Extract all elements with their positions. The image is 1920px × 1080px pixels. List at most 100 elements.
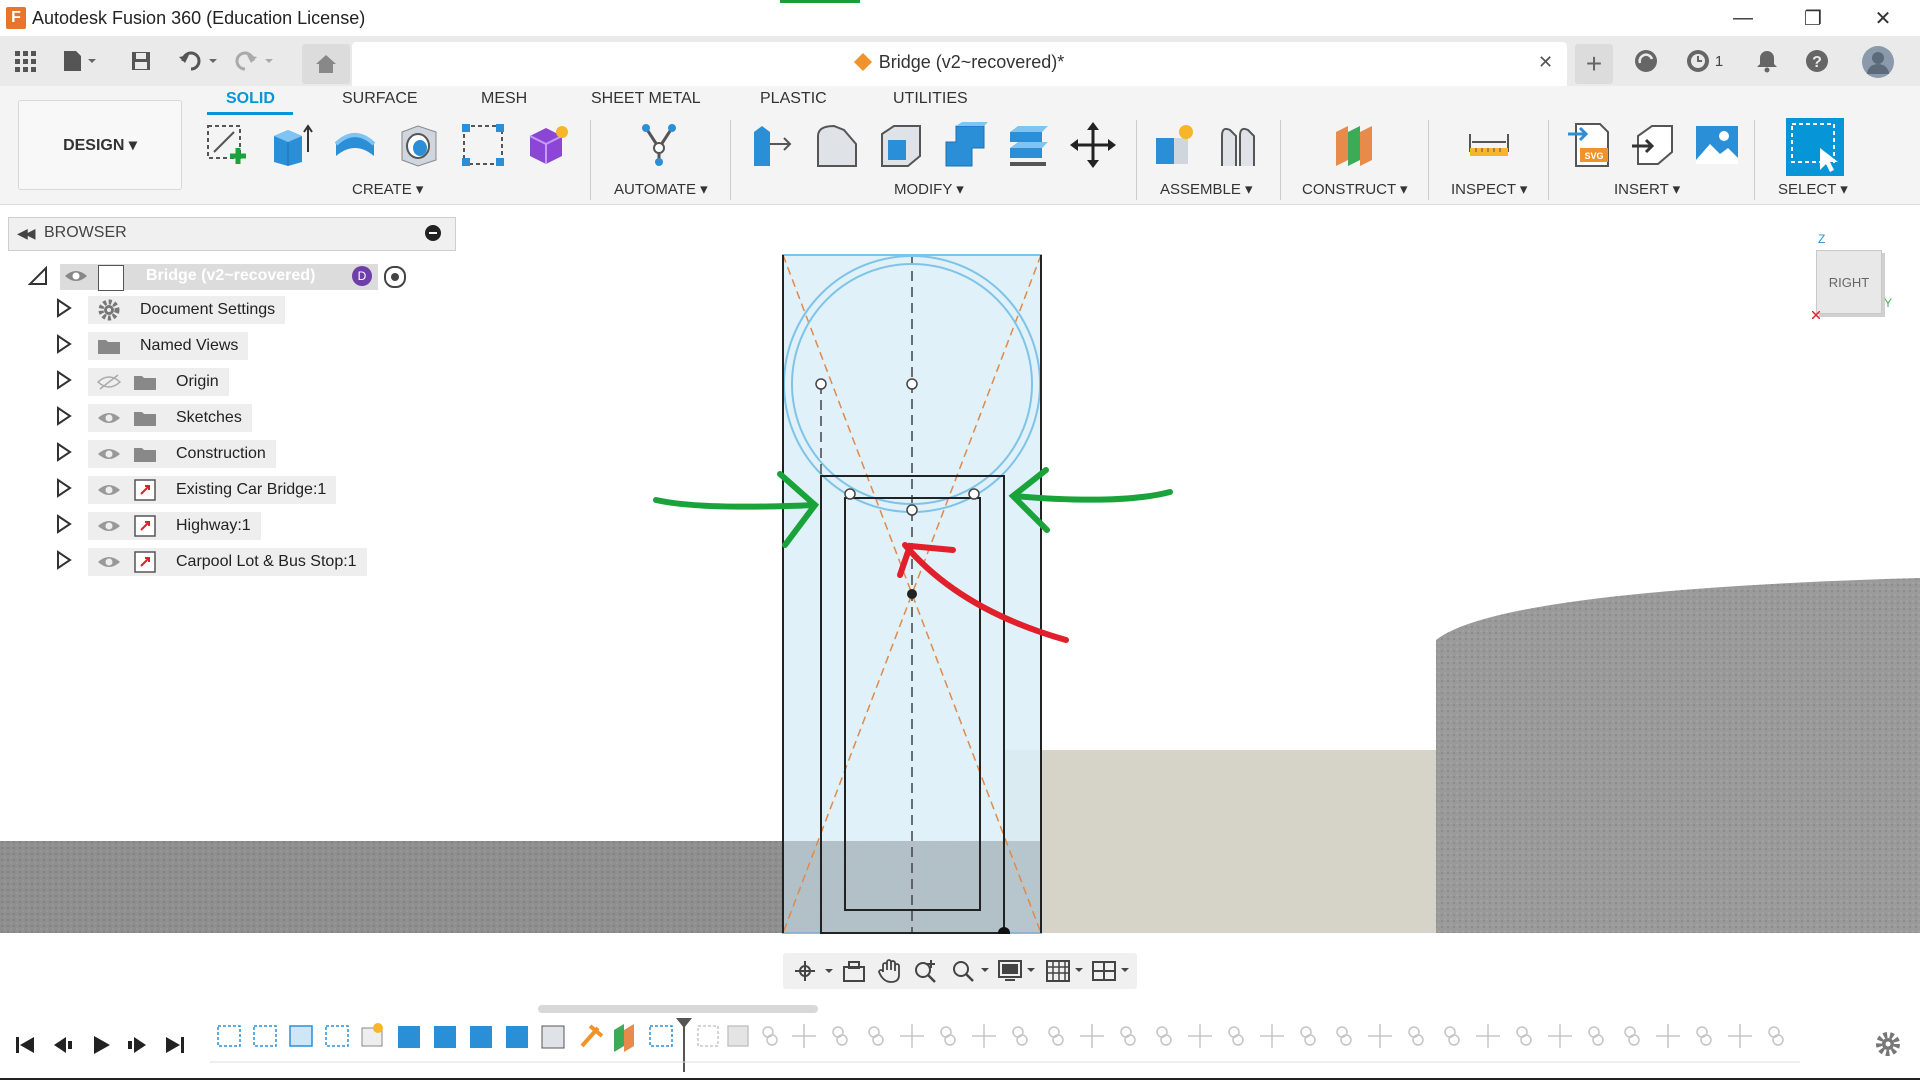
select-group-label[interactable]: SELECT ▾ bbox=[1778, 180, 1848, 198]
tab-sheet-metal[interactable]: SHEET METAL bbox=[591, 90, 701, 108]
insert-mesh-icon[interactable] bbox=[1630, 122, 1676, 168]
notifications-bell-icon[interactable] bbox=[1752, 46, 1782, 76]
visibility-eye-icon[interactable] bbox=[94, 410, 124, 426]
browser-item-named-views[interactable]: Named Views bbox=[56, 332, 249, 360]
close-tab-icon[interactable]: ✕ bbox=[1538, 52, 1553, 73]
viewcube[interactable]: RIGHT bbox=[1816, 250, 1882, 314]
visibility-eye-icon[interactable] bbox=[94, 446, 124, 462]
timeline-features[interactable] bbox=[210, 1018, 1890, 1074]
measure-icon[interactable] bbox=[1466, 122, 1512, 168]
tab-plastic[interactable]: PLASTIC bbox=[760, 90, 827, 108]
create-group-label[interactable]: CREATE ▾ bbox=[352, 180, 423, 198]
activate-radio-icon[interactable] bbox=[384, 266, 406, 288]
expand-triangle-icon[interactable] bbox=[56, 297, 82, 323]
extrude-icon[interactable] bbox=[268, 122, 314, 168]
tab-mesh[interactable]: MESH bbox=[481, 90, 527, 108]
timeline-marker[interactable] bbox=[676, 1018, 692, 1072]
browser-item-existing-car-bridge[interactable]: Existing Car Bridge:1 bbox=[56, 476, 337, 504]
new-component-icon[interactable] bbox=[1152, 122, 1198, 168]
look-at-icon[interactable] bbox=[841, 959, 867, 983]
select-tool-icon[interactable] bbox=[1786, 118, 1844, 176]
home-icon[interactable] bbox=[302, 44, 350, 84]
viewports-icon[interactable] bbox=[1091, 958, 1133, 984]
canvas-image-icon[interactable] bbox=[1694, 122, 1740, 168]
timeline-next-icon[interactable] bbox=[122, 1030, 152, 1060]
hidden-eye-icon[interactable] bbox=[94, 374, 124, 390]
file-menu-icon[interactable] bbox=[58, 46, 102, 76]
data-panel-icon[interactable] bbox=[1631, 46, 1661, 76]
expand-triangle-icon[interactable] bbox=[56, 477, 82, 503]
expand-triangle-icon[interactable] bbox=[56, 333, 82, 359]
browser-item-carpool-lot[interactable]: Carpool Lot & Bus Stop:1 bbox=[56, 548, 367, 576]
combine-icon[interactable] bbox=[942, 122, 988, 168]
timeline-previous-icon[interactable] bbox=[48, 1030, 78, 1060]
tab-surface[interactable]: SURFACE bbox=[342, 90, 418, 108]
timeline-scrollbar[interactable] bbox=[538, 1005, 818, 1013]
fit-zoom-icon[interactable] bbox=[951, 958, 991, 984]
press-pull-icon[interactable] bbox=[748, 122, 794, 168]
redo-icon[interactable] bbox=[232, 46, 280, 76]
browser-item-sketches[interactable]: Sketches bbox=[56, 404, 252, 432]
expand-triangle-icon[interactable] bbox=[56, 441, 82, 467]
document-tab[interactable]: Bridge (v2~recovered)* ✕ bbox=[352, 42, 1567, 86]
pattern-icon[interactable] bbox=[460, 122, 506, 168]
fillet-icon[interactable] bbox=[814, 122, 860, 168]
browser-pin-icon[interactable] bbox=[425, 225, 441, 241]
zoom-icon[interactable] bbox=[913, 958, 939, 984]
user-avatar-icon[interactable] bbox=[1860, 44, 1896, 80]
insert-group-label[interactable]: INSERT ▾ bbox=[1614, 180, 1680, 198]
modify-group-label[interactable]: MODIFY ▾ bbox=[894, 180, 964, 198]
visibility-eye-icon[interactable] bbox=[94, 518, 124, 534]
display-settings-icon[interactable] bbox=[997, 958, 1039, 984]
minimize-button[interactable]: — bbox=[1708, 0, 1778, 36]
browser-item-origin[interactable]: Origin bbox=[56, 368, 229, 396]
collapse-browser-icon[interactable]: ◀◀ bbox=[17, 225, 35, 242]
timeline-sketch-features[interactable] bbox=[217, 1023, 383, 1047]
visibility-eye-icon[interactable] bbox=[94, 554, 124, 570]
save-icon[interactable] bbox=[126, 46, 156, 76]
assemble-group-label[interactable]: ASSEMBLE ▾ bbox=[1160, 180, 1253, 198]
construct-group-label[interactable]: CONSTRUCT ▾ bbox=[1302, 180, 1408, 198]
browser-item-document-settings[interactable]: Document Settings bbox=[56, 296, 286, 324]
workspace-switcher-button[interactable]: DESIGN ▾ bbox=[18, 100, 182, 190]
maximize-button[interactable]: ❐ bbox=[1778, 0, 1848, 36]
expand-triangle-icon[interactable] bbox=[56, 549, 82, 575]
timeline-settings-gear-icon[interactable] bbox=[1874, 1030, 1902, 1063]
timeline-last-icon[interactable] bbox=[160, 1030, 190, 1060]
offset-plane-icon[interactable] bbox=[1332, 122, 1378, 168]
tab-utilities[interactable]: UTILITIES bbox=[893, 90, 968, 108]
visibility-eye-icon[interactable] bbox=[94, 482, 124, 498]
align-icon[interactable] bbox=[1006, 122, 1052, 168]
joint-icon[interactable] bbox=[1216, 122, 1262, 168]
pan-hand-icon[interactable] bbox=[877, 958, 903, 984]
browser-panel-header[interactable]: ◀◀ BROWSER bbox=[8, 217, 456, 251]
create-sketch-icon[interactable] bbox=[204, 122, 250, 168]
expand-triangle-icon[interactable] bbox=[56, 513, 82, 539]
orbit-icon[interactable] bbox=[793, 959, 837, 983]
timeline-suppressed-features[interactable] bbox=[697, 1024, 1784, 1048]
browser-root-row[interactable]: Bridge (v2~recovered) D bbox=[27, 262, 448, 292]
browser-item-construction[interactable]: Construction bbox=[56, 440, 276, 468]
move-copy-icon[interactable] bbox=[1070, 122, 1116, 168]
undo-icon[interactable] bbox=[176, 46, 224, 76]
design-history-badge-icon[interactable]: D bbox=[352, 266, 372, 286]
new-tab-icon[interactable]: + bbox=[1575, 44, 1613, 84]
create-form-icon[interactable] bbox=[524, 122, 570, 168]
expand-triangle-icon[interactable] bbox=[56, 369, 82, 395]
hole-icon[interactable] bbox=[396, 122, 442, 168]
insert-svg-icon[interactable]: SVG bbox=[1566, 122, 1612, 168]
timeline-play-icon[interactable] bbox=[86, 1030, 116, 1060]
help-icon[interactable]: ? bbox=[1802, 46, 1832, 76]
visibility-eye-icon[interactable] bbox=[64, 268, 88, 289]
shell-icon[interactable] bbox=[878, 122, 924, 168]
automate-group-label[interactable]: AUTOMATE ▾ bbox=[614, 180, 708, 198]
collapse-root-triangle-icon[interactable] bbox=[27, 265, 48, 291]
inspect-group-label[interactable]: INSPECT ▾ bbox=[1451, 180, 1527, 198]
browser-item-highway[interactable]: Highway:1 bbox=[56, 512, 261, 540]
app-grid-icon[interactable] bbox=[10, 46, 40, 76]
close-window-button[interactable]: ✕ bbox=[1848, 0, 1918, 36]
grid-settings-icon[interactable] bbox=[1045, 958, 1087, 984]
automate-icon[interactable] bbox=[636, 122, 682, 168]
timeline-extrude-features[interactable] bbox=[398, 1024, 673, 1052]
timeline-first-icon[interactable] bbox=[10, 1030, 40, 1060]
